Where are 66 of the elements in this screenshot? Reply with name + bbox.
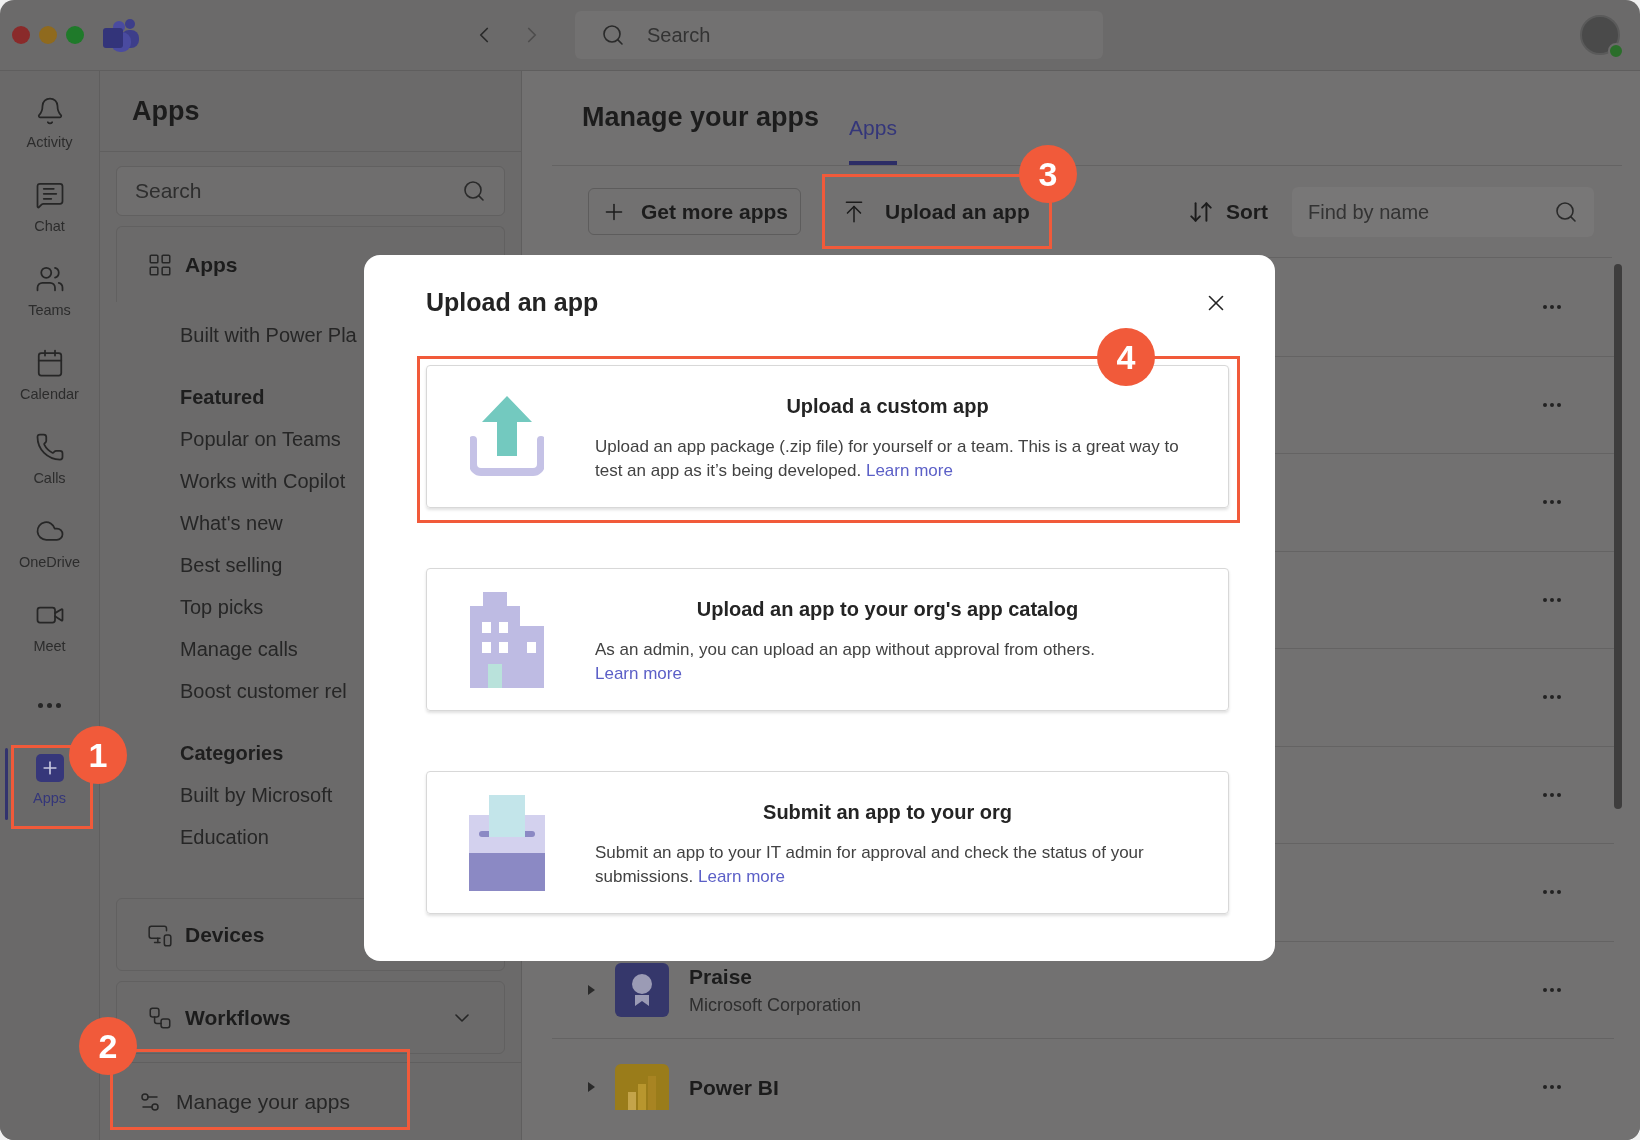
section-heading: Categories xyxy=(180,741,285,766)
learn-more-link[interactable]: Learn more xyxy=(595,663,682,683)
option-title: Submit an app to your org xyxy=(762,799,1013,825)
section-header[interactable]: Devices xyxy=(185,918,265,951)
search-field[interactable]: Search xyxy=(116,166,505,216)
manage-apps-link[interactable]: Manage your apps xyxy=(176,1085,350,1118)
chat-icon xyxy=(34,180,65,211)
sidebar-title: Apps xyxy=(132,94,200,128)
ballot-box-icon xyxy=(469,794,545,891)
option-description: Submit an app to your IT admin for approval and check the status of your submissions. Learn more xyxy=(595,841,1145,888)
dialog-title: Upload an app xyxy=(426,287,599,319)
section-heading: Featured xyxy=(180,385,266,410)
category-link[interactable]: Built with Power Pla xyxy=(180,314,357,356)
option-title: Upload a custom app xyxy=(785,393,990,419)
option-card[interactable]: Upload an app to your org's app catalog As an admin, you can upload an app without approval from others. Learn more xyxy=(426,568,1229,711)
category-link[interactable]: Built by Microsoft xyxy=(180,774,333,816)
option-description: Upload an app package (.zip file) for yourself or a team. This is a great way to test an app as it’s being developed. Learn more xyxy=(595,435,1180,482)
user-avatar[interactable] xyxy=(1580,15,1620,55)
get-more-apps-button[interactable]: Get more apps xyxy=(588,188,802,235)
scrollbar-thumb[interactable] xyxy=(1614,264,1622,809)
expand-arrow-icon[interactable] xyxy=(588,1082,595,1093)
category-link[interactable]: Works with Copilot xyxy=(180,460,346,502)
phone-icon xyxy=(34,432,65,463)
search-icon xyxy=(462,179,486,203)
building-icon xyxy=(470,591,544,688)
category-link[interactable]: Popular on Teams xyxy=(180,418,341,460)
find-field[interactable]: Find by name xyxy=(1292,186,1594,237)
search-icon xyxy=(1554,199,1578,224)
category-link[interactable]: Best selling xyxy=(180,544,283,586)
category-link[interactable]: What's new xyxy=(180,502,283,544)
search-field[interactable]: Search xyxy=(575,11,1103,59)
workflow-icon xyxy=(147,1004,173,1031)
bar-chart-icon xyxy=(615,1064,669,1111)
learn-more-link[interactable]: Learn more xyxy=(865,460,953,480)
rail-item[interactable]: Calls xyxy=(13,421,86,501)
expand-arrow-icon[interactable] xyxy=(588,984,595,995)
sort-button[interactable]: Sort xyxy=(1188,188,1268,235)
section-header[interactable]: Workflows xyxy=(185,1001,291,1034)
upload-icon xyxy=(470,395,544,478)
app-publisher: Microsoft Corporation xyxy=(689,994,862,1017)
rail-item[interactable]: Calendar xyxy=(13,337,86,417)
rail-item[interactable]: Chat xyxy=(13,169,86,249)
category-link[interactable]: Manage calls xyxy=(180,628,298,670)
category-link[interactable]: Education xyxy=(180,816,269,858)
medal-icon xyxy=(615,962,669,1017)
page-title: Manage your apps xyxy=(582,100,820,134)
rail-item[interactable]: Teams xyxy=(13,253,86,333)
app-name: Praise xyxy=(689,963,754,990)
learn-more-link[interactable]: Learn more xyxy=(698,866,785,886)
app-logo-icon xyxy=(103,18,141,52)
app-name: Power BI xyxy=(689,1074,779,1101)
online-status-icon xyxy=(1608,43,1624,59)
option-card[interactable]: Submit an app to your org Submit an app to your IT admin for approval and check the status of your submissions. Learn more xyxy=(426,771,1229,914)
section-header[interactable]: Apps xyxy=(185,248,238,281)
plus-icon xyxy=(35,754,64,783)
option-description: As an admin, you can upload an app without approval from others. Learn more xyxy=(595,638,1096,685)
tab[interactable]: Apps xyxy=(849,95,897,165)
rail-item[interactable]: Activity xyxy=(13,85,86,165)
category-link[interactable]: Top picks xyxy=(180,586,264,628)
category-link[interactable]: Boost customer rel xyxy=(180,670,347,712)
search-icon xyxy=(601,23,625,47)
apps-icon xyxy=(147,251,173,278)
rail-item[interactable]: Meet xyxy=(13,589,86,669)
close-window-button[interactable] xyxy=(12,26,30,44)
option-title: Upload an app to your org's app catalog xyxy=(695,596,1080,622)
rail-item[interactable]: OneDrive xyxy=(13,505,86,585)
